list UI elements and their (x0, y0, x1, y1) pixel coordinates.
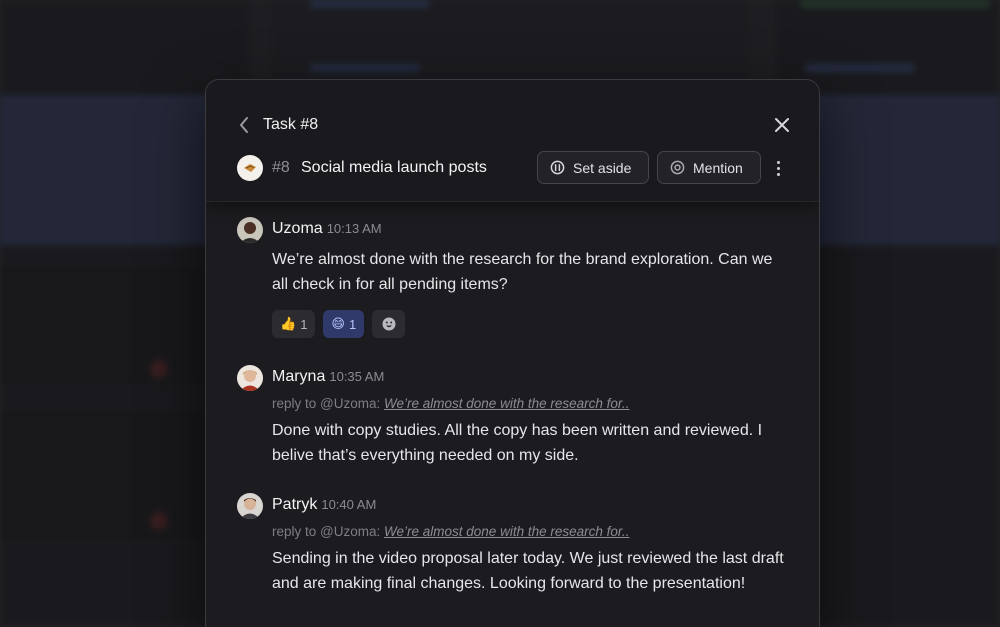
comment-author: Uzoma 10:13 AM (272, 220, 382, 238)
add-emoji-icon (382, 317, 396, 331)
task-number: #8 (272, 159, 290, 176)
reaction-smile[interactable]: 😄 1 (323, 310, 365, 338)
comment-time: 10:13 AM (326, 221, 382, 236)
avatar (237, 493, 263, 519)
reply-reference[interactable]: reply to @Uzoma: We’re almost done with … (272, 396, 629, 411)
reaction-bar: 👍 1 😄 1 (272, 310, 406, 338)
more-options-button[interactable] (770, 157, 786, 179)
author-name: Uzoma (272, 220, 323, 237)
comment-text: We’re almost done with the research for … (272, 251, 773, 293)
author-name: Maryna (272, 368, 326, 385)
comment-text: Done with copy studies. All the copy has… (272, 422, 763, 464)
avatar (237, 365, 263, 391)
close-button[interactable] (771, 114, 793, 136)
reply-prefix: reply to @Uzoma: (272, 396, 381, 411)
avatar (237, 217, 263, 243)
reply-quote-link[interactable]: We’re almost done with the research for.… (384, 396, 629, 411)
comment-author: Patryk 10:40 AM (272, 496, 376, 514)
mention-button[interactable]: Mention (657, 151, 761, 184)
task-icon (237, 155, 263, 181)
comment-item: Maryna 10:35 AM reply to @Uzoma: We’re al… (237, 365, 793, 475)
set-aside-button[interactable]: Set aside (537, 151, 649, 184)
comment-item: Uzoma 10:13 AM We’re almost done with the… (237, 217, 793, 347)
task-summary-row: #8 Social media launch posts Set aside M… (237, 151, 793, 184)
back-button[interactable] (234, 114, 254, 136)
more-vertical-icon (776, 160, 780, 164)
reaction-count: 1 (348, 316, 357, 332)
at-sign-icon (670, 160, 685, 175)
reply-quote-link[interactable]: We’re almost done with the research for.… (384, 524, 629, 539)
close-icon (775, 118, 789, 132)
comment-time: 10:35 AM (329, 369, 385, 384)
reaction-count: 1 (300, 316, 308, 332)
reply-prefix: reply to @Uzoma: (272, 524, 381, 539)
author-name: Patryk (272, 496, 318, 513)
modal-header: Task #8 #8 Social media launch posts Set… (206, 80, 819, 202)
comment-item: Patryk 10:40 AM reply to @Uzoma: We’re al… (237, 493, 793, 627)
task-name: Social media launch posts (301, 159, 487, 176)
reaction-thumbs-up[interactable]: 👍 1 (272, 310, 316, 338)
comment-author: Maryna 10:35 AM (272, 368, 384, 386)
modal-title: Task #8 (263, 116, 319, 133)
comment-thread: Uzoma 10:13 AM We’re almost done with the… (206, 202, 819, 627)
set-aside-label: Set aside (573, 159, 632, 176)
mention-label: Mention (693, 159, 743, 176)
task-modal: Task #8 #8 Social media launch posts Set… (205, 79, 820, 627)
add-reaction-button[interactable] (372, 310, 406, 338)
reply-reference[interactable]: reply to @Uzoma: We’re almost done with … (272, 524, 629, 539)
comment-time: 10:40 AM (321, 497, 377, 512)
thumbs-up-icon: 👍 (280, 316, 297, 331)
smile-icon: 😄 (331, 316, 345, 331)
chevron-left-icon (240, 117, 248, 133)
comment-text: Sending in the video proposal later toda… (272, 550, 784, 592)
pause-circle-icon (550, 160, 565, 175)
